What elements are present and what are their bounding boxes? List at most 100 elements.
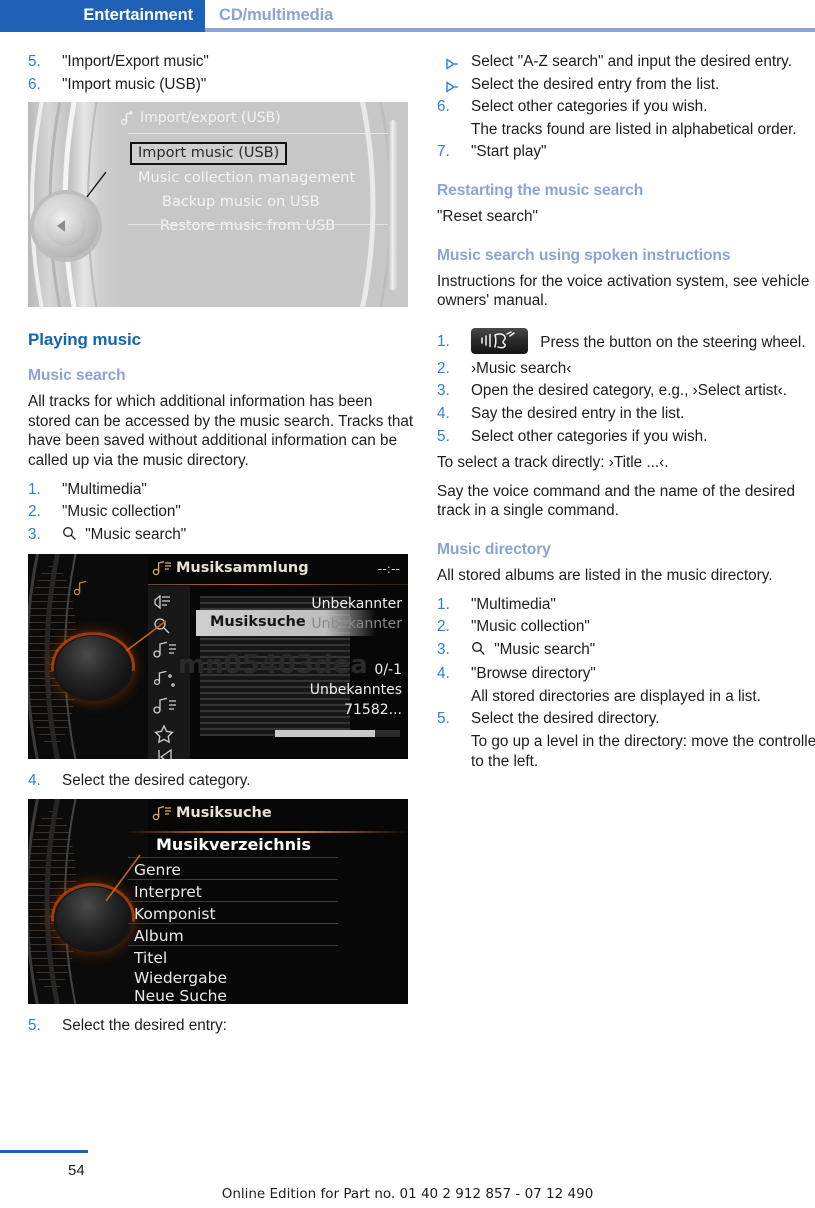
step-text: Select other categories if you wish.	[471, 98, 708, 116]
step-text: "Import/Export music"	[62, 53, 209, 70]
figure-title-bar: Musiksuche	[148, 799, 408, 829]
album-art-text: mn05403dea	[178, 650, 368, 681]
step-text: "Import music (USB)"	[62, 75, 207, 93]
step-number: 6.	[437, 98, 450, 116]
step-text: Say the desired entry in the list.	[471, 404, 685, 422]
step-number: 5.	[28, 1016, 41, 1034]
restart-text: "Reset search"	[437, 207, 538, 225]
tab-entertainment[interactable]: Entertainment	[0, 0, 205, 32]
footer-rule	[0, 1150, 88, 1153]
voice-button-icon	[471, 327, 528, 354]
page-footer: 54 Online Edition for Part no. 01 40 2 9…	[0, 1136, 815, 1208]
list-item: 2. "Music collection"	[437, 617, 815, 637]
step-text: "Music collection"	[62, 503, 181, 521]
left-column: 5. "Import/Export music" 6. "Import musi…	[28, 52, 418, 1039]
steps-directory: 1. "Multimedia" 2. "Music collection" 3.…	[437, 595, 815, 684]
steps-spoken: 1. Press the button on the steering whee…	[437, 327, 815, 447]
direct-select-note: To select a track directly: ›Title ...‹.	[437, 454, 669, 472]
magnifier-icon	[471, 641, 486, 662]
progress-bar	[275, 730, 400, 738]
list-item: 2. "Music collection"	[28, 502, 418, 522]
step-text: "Multimedia"	[62, 480, 147, 498]
step-number: 3.	[28, 525, 41, 543]
bullet-text: Select "A-Z search" and input the desire…	[471, 53, 792, 70]
step-select-category: 4. Select the desired category.	[28, 771, 418, 791]
figure-title: Musiksuche	[176, 804, 272, 821]
step-number: 6.	[28, 75, 41, 93]
list-item: 1. "Multimedia"	[28, 480, 418, 500]
menu-item[interactable]: Titel	[134, 949, 167, 967]
menu-divider	[128, 944, 338, 946]
step-number: 4.	[437, 404, 450, 422]
bullets-search-entry: Select "A-Z search" and input the desire…	[437, 52, 815, 94]
step-other-categories: 6. Select other categories if you wish.	[437, 97, 815, 117]
page-header: Entertainment CD/multimedia	[0, 0, 815, 40]
subsection-music-search: Music search	[28, 367, 126, 385]
callout-line	[105, 854, 141, 902]
clock-display: --:--	[377, 561, 400, 577]
step-select-entry: 5. Select the desired entry:	[28, 1016, 418, 1036]
tab-entertainment-label: Entertainment	[83, 6, 193, 24]
figure-header-divider	[128, 133, 394, 135]
title-underline	[148, 584, 408, 586]
track-title-2: 71582...	[344, 702, 402, 719]
title-underline	[124, 830, 408, 833]
step-number: 2.	[437, 618, 450, 636]
music-collection-icon	[152, 561, 171, 576]
figure-import-export-usb: Import/export (USB) Import music (USB) M…	[28, 102, 408, 308]
step-select-directory: 5. Select the desired directory.	[437, 709, 815, 729]
step-text: Press the button on the steering wheel.	[540, 333, 806, 351]
track-artist: Unbekannter	[311, 596, 402, 613]
step-number: 5.	[437, 710, 450, 728]
list-item: 1. "Multimedia"	[437, 595, 815, 615]
figure-musikverzeichnis: Musiksuche Musikverzeichnis Genre Interp…	[28, 798, 408, 1004]
triangle-bullet-icon	[445, 56, 459, 76]
tab-cd-multimedia[interactable]: CD/multimedia	[219, 6, 333, 25]
list-item: Select "A-Z search" and input the desire…	[437, 52, 815, 72]
step-number: 4.	[28, 772, 41, 790]
track-album: Unbekannter	[311, 616, 402, 633]
subsection-restarting: Restarting the music search	[437, 181, 644, 199]
page-title: Playing music	[28, 330, 142, 350]
menu-item[interactable]: Album	[134, 927, 184, 945]
step-text: ›Music search‹	[471, 359, 572, 377]
step-number: 1.	[437, 332, 450, 350]
right-column: Select "A-Z search" and input the desire…	[437, 52, 815, 774]
step-start-play: 7. "Start play"	[437, 142, 815, 162]
menu-item[interactable]: Backup music on USB	[162, 194, 320, 210]
step-text: "Start play"	[471, 143, 547, 161]
menu-item[interactable]: Wiedergabe	[134, 969, 227, 987]
step-number: 1.	[28, 480, 41, 498]
music-search-icon	[152, 805, 171, 821]
menu-item[interactable]: Neue Suche	[134, 987, 227, 1004]
list-item: 3. Open the desired category, e.g., ›Sel…	[437, 381, 815, 401]
note-directories-listed: All stored directories are displayed in …	[471, 687, 761, 705]
spoken-intro: Instructions for the voice activation sy…	[437, 272, 810, 310]
list-item: 4. "Browse directory"	[437, 664, 815, 684]
list-item: 6. "Import music (USB)"	[28, 75, 418, 95]
step-number: 3.	[437, 382, 450, 400]
directory-intro: All stored albums are listed in the musi…	[437, 566, 773, 584]
step-text: Select the desired category.	[62, 772, 251, 790]
figure-title: Musiksammlung	[176, 560, 309, 577]
list-item: 5. Select other categories if you wish.	[437, 427, 815, 447]
list-item: 2. ›Music search‹	[437, 359, 815, 379]
overlay-label: Musiksuche	[210, 614, 306, 631]
figure-title: Import/export (USB)	[140, 110, 281, 127]
step-number: 1.	[437, 595, 450, 613]
step-number: 5.	[437, 427, 450, 445]
step-text: Select the desired entry:	[62, 1016, 227, 1034]
figure-musiksammlung: Musiksammlung --:-- mn05403dea Musiksuch…	[28, 554, 408, 760]
triangle-bullet-icon	[445, 79, 459, 99]
figure-title-bar: Musiksammlung --:--	[148, 554, 408, 586]
callout-line	[125, 620, 167, 652]
list-item: 3. "Music search"	[437, 640, 815, 662]
page-number: 54	[68, 1162, 85, 1179]
menu-item[interactable]: Restore music from USB	[160, 218, 335, 234]
step-number: 3.	[437, 640, 450, 658]
step-number: 4.	[437, 665, 450, 683]
subsection-spoken: Music search using spoken instructions	[437, 246, 731, 264]
step-text: Select the desired directory.	[471, 710, 660, 728]
note-go-up-level: To go up a level in the directory: move …	[471, 733, 815, 770]
music-search-intro: All tracks for which additional informat…	[28, 393, 414, 469]
